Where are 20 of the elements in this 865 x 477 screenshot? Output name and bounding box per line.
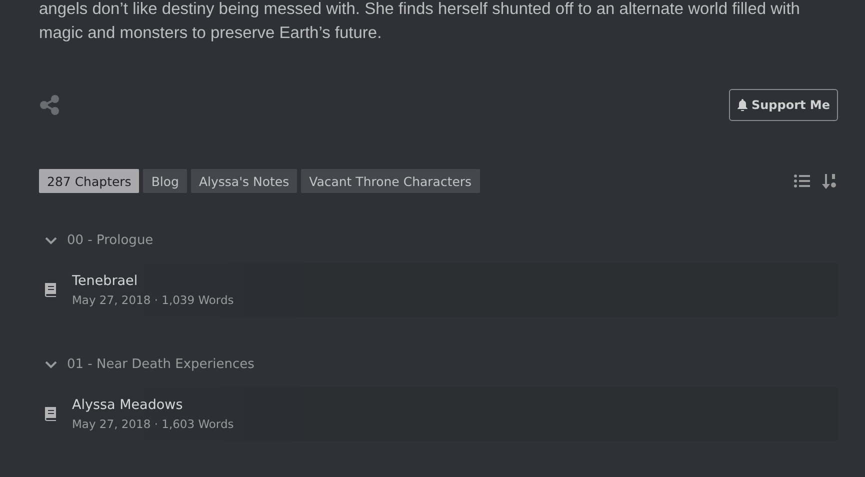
list-icon[interactable] [794, 174, 810, 188]
chevron-icon [45, 236, 57, 244]
chapter-meta: May 27, 2018 · 1,039 Words [72, 293, 234, 307]
chapter-group-header[interactable]: 01 - Near Death Experiences [39, 357, 254, 372]
chapter-group-header[interactable]: 00 - Prologue [39, 233, 154, 248]
chapter-title[interactable]: Alyssa Meadows [72, 397, 234, 413]
story-description: angels don’t like destiny being messed with. She finds herself shunted off to an alternate world filled with magic and monsters to preserve Earth’s future. [39, 0, 801, 44]
book-icon [43, 282, 58, 298]
tab[interactable]: Vacant Throne Characters [301, 169, 480, 193]
bell-icon [737, 99, 748, 111]
tab[interactable]: Blog [143, 169, 187, 193]
support-button[interactable]: Support Me [729, 89, 838, 121]
chevron-icon [45, 360, 57, 368]
tab[interactable]: 287 Chapters [39, 169, 140, 193]
chapter-title[interactable]: Tenebrael [72, 273, 234, 289]
sort-icon[interactable] [822, 174, 838, 188]
tab[interactable]: Alyssa's Notes [190, 169, 298, 193]
chapter-meta: May 27, 2018 · 1,603 Words [72, 417, 234, 431]
share-icon[interactable] [39, 94, 61, 116]
book-icon [43, 406, 58, 422]
